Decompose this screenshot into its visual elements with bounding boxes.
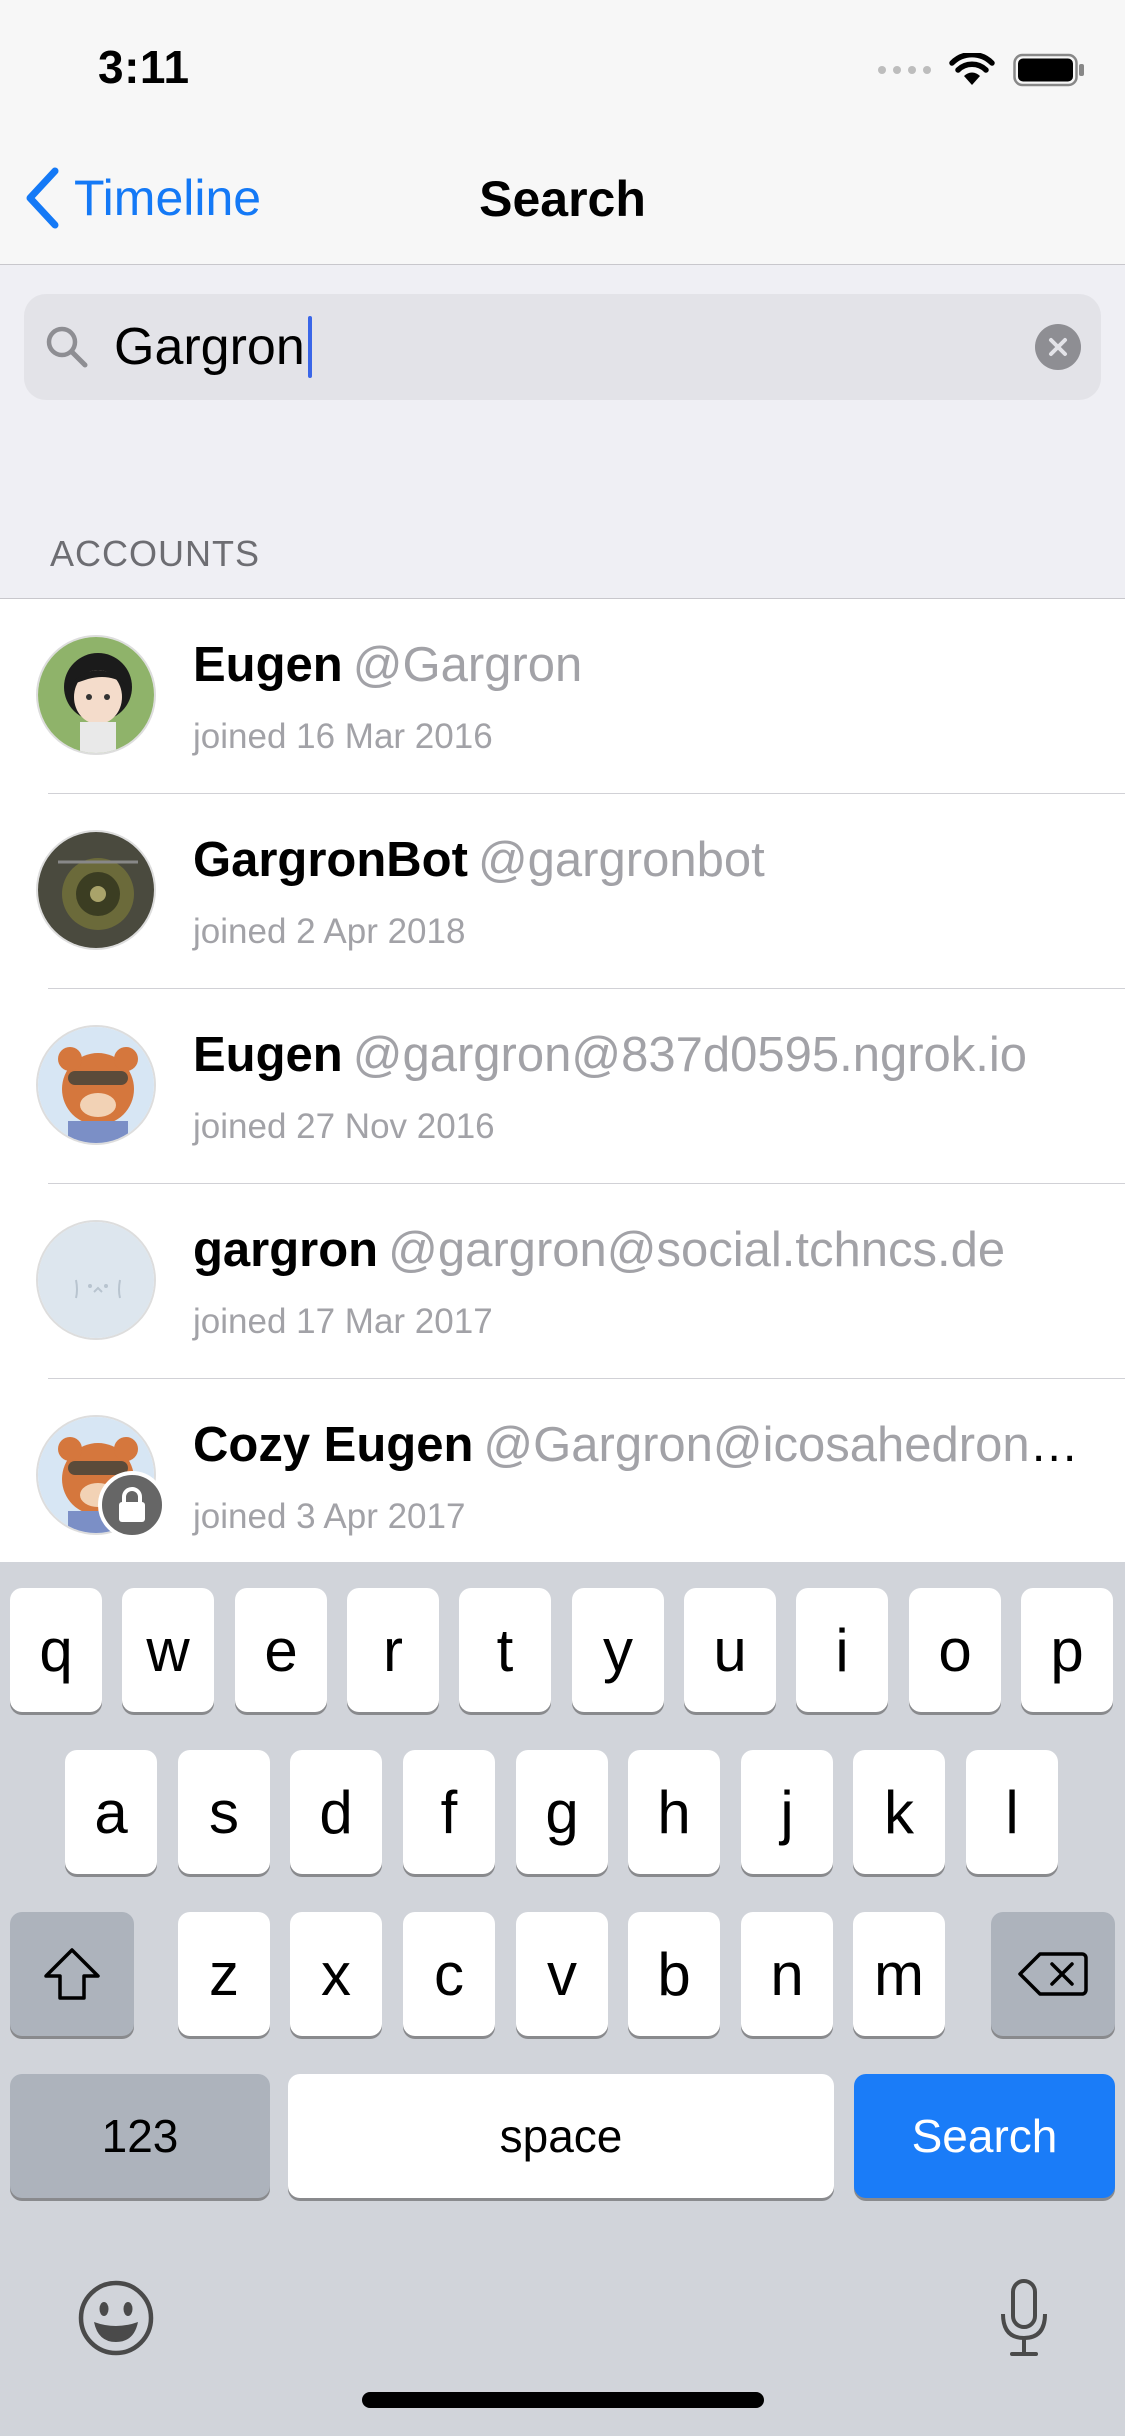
key-h[interactable]: h [628, 1750, 720, 1874]
avatar [36, 635, 156, 755]
lock-icon [119, 1487, 145, 1522]
signal-icon [878, 66, 931, 74]
key-y[interactable]: y [572, 1588, 664, 1712]
key-r[interactable]: r [347, 1588, 439, 1712]
key-c[interactable]: c [403, 1912, 495, 2036]
navigation-bar: Timeline Search [0, 132, 1125, 265]
account-title: gargron @gargron@social.tchncs.de [193, 1222, 1085, 1278]
search-area: Gargron [0, 266, 1125, 400]
account-joined-date: joined 16 Mar 2016 [193, 717, 493, 756]
accounts-list: Eugen @Gargron joined 16 Mar 2016 Gargron… [0, 598, 1125, 1562]
screen: { "status_bar": { "time": "3:11" }, "nav… [0, 0, 1125, 2436]
account-joined-date: joined 27 Nov 2016 [193, 1107, 495, 1146]
account-row[interactable]: GargronBot @gargronbot joined 2 Apr 2018 [0, 794, 1125, 989]
account-display-name: GargronBot [193, 833, 468, 887]
account-title: Cozy Eugen@Gargron@icosahedron.website [193, 1417, 1085, 1473]
account-joined-date: joined 3 Apr 2017 [193, 1497, 466, 1536]
avatar [36, 830, 156, 950]
account-row[interactable]: Eugen @Gargron joined 16 Mar 2016 [0, 599, 1125, 794]
key-d[interactable]: d [290, 1750, 382, 1874]
shift-icon [44, 1948, 100, 2000]
search-input-text: Gargron [114, 316, 312, 378]
clear-search-button[interactable] [1035, 324, 1081, 370]
status-time: 3:11 [98, 41, 190, 93]
account-handle: @Gargron [352, 638, 583, 692]
account-display-name: Cozy Eugen [193, 1418, 474, 1472]
account-display-name: Eugen [193, 1028, 343, 1082]
search-return-key[interactable]: Search [854, 2074, 1115, 2198]
account-title: Eugen @gargron@837d0595.ngrok.io [193, 1027, 1085, 1083]
key-p[interactable]: p [1021, 1588, 1113, 1712]
search-query: Gargron [114, 318, 305, 376]
key-g[interactable]: g [516, 1750, 608, 1874]
battery-icon [1013, 53, 1084, 87]
key-v[interactable]: v [516, 1912, 608, 2036]
account-title: GargronBot @gargronbot [193, 832, 1085, 888]
account-handle: @Gargron@icosahedron.website [483, 1418, 1085, 1472]
key-k[interactable]: k [853, 1750, 945, 1874]
key-a[interactable]: a [65, 1750, 157, 1874]
shift-key[interactable] [10, 1912, 134, 2036]
numbers-key[interactable]: 123 [10, 2074, 270, 2198]
microphone-icon[interactable] [998, 2278, 1050, 2358]
account-row[interactable]: Eugen @gargron@837d0595.ngrok.io joined 2… [0, 989, 1125, 1184]
key-u[interactable]: u [684, 1588, 776, 1712]
account-display-name: gargron [193, 1223, 379, 1277]
key-w[interactable]: w [122, 1588, 214, 1712]
search-icon [46, 326, 88, 368]
key-j[interactable]: j [741, 1750, 833, 1874]
key-i[interactable]: i [796, 1588, 888, 1712]
account-row[interactable]: Cozy Eugen@Gargron@icosahedron.website j… [0, 1379, 1125, 1562]
status-icons [878, 50, 1085, 90]
backspace-icon [1018, 1952, 1088, 1996]
home-indicator[interactable] [362, 2392, 764, 2408]
account-row[interactable]: gargron @gargron@social.tchncs.de joined … [0, 1184, 1125, 1379]
keyboard: q w e r t y u i o p a s d f g h j k l z … [0, 1562, 1125, 2436]
account-joined-date: joined 17 Mar 2017 [193, 1302, 493, 1341]
key-b[interactable]: b [628, 1912, 720, 2036]
account-handle: @gargronbot [477, 833, 765, 887]
key-o[interactable]: o [909, 1588, 1001, 1712]
key-q[interactable]: q [10, 1588, 102, 1712]
key-l[interactable]: l [966, 1750, 1058, 1874]
locked-account-badge [98, 1471, 166, 1539]
delete-key[interactable] [991, 1912, 1115, 2036]
key-s[interactable]: s [178, 1750, 270, 1874]
avatar [36, 1220, 156, 1340]
key-n[interactable]: n [741, 1912, 833, 2036]
search-input[interactable]: Gargron [24, 294, 1101, 400]
key-t[interactable]: t [459, 1588, 551, 1712]
close-icon [1049, 338, 1067, 356]
avatar [36, 1025, 156, 1145]
accounts-section-header: ACCOUNTS [50, 533, 261, 574]
emoji-icon[interactable] [76, 2278, 156, 2358]
key-x[interactable]: x [290, 1912, 382, 2036]
page-title: Search [479, 171, 646, 227]
key-z[interactable]: z [178, 1912, 270, 2036]
text-caret [307, 316, 312, 378]
key-m[interactable]: m [853, 1912, 945, 2036]
account-handle: @gargron@social.tchncs.de [388, 1223, 1006, 1277]
key-e[interactable]: e [235, 1588, 327, 1712]
status-bar: 3:11 [0, 0, 1125, 132]
account-joined-date: joined 2 Apr 2018 [193, 912, 466, 951]
wifi-icon [949, 53, 995, 85]
account-display-name: Eugen [193, 638, 343, 692]
key-f[interactable]: f [403, 1750, 495, 1874]
space-key[interactable]: space [288, 2074, 834, 2198]
account-handle: @gargron@837d0595.ngrok.io [352, 1028, 1028, 1082]
account-title: Eugen @Gargron [193, 637, 1085, 693]
